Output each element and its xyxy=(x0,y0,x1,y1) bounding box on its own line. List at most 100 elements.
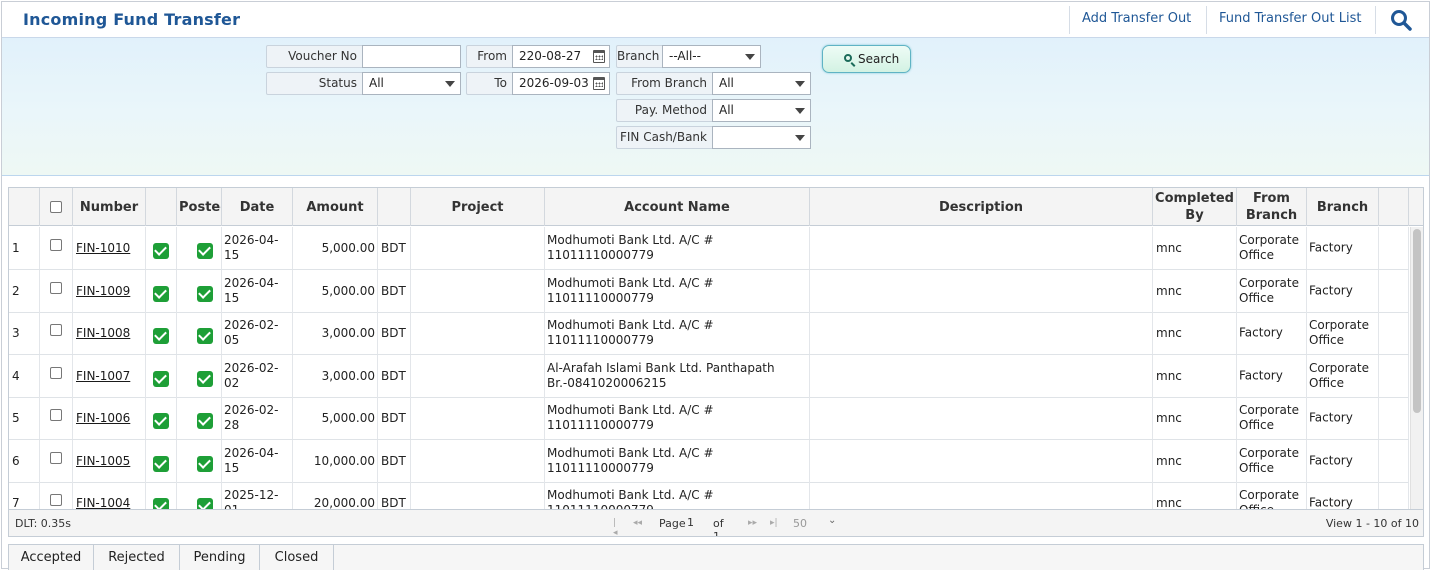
previous-page-icon[interactable]: ◂◂ xyxy=(633,518,642,528)
branch-text: Factory xyxy=(1309,283,1353,297)
branch-select[interactable]: --All-- xyxy=(662,45,761,68)
extra-cell xyxy=(1379,227,1409,269)
number-cell: FIN-1007 xyxy=(73,354,146,397)
pay-method-select-value: All xyxy=(719,103,734,117)
search-button[interactable]: Search xyxy=(822,45,911,73)
fin-cash-bank-label: FIN Cash/Bank xyxy=(616,126,713,149)
table-row[interactable]: 3 FIN-1008 2026-02- 05 3,000.00 BDT Modhumoti … xyxy=(9,312,1409,355)
table-row[interactable]: 5 FIN-1006 2026-02- 28 5,000.00 BDT Modhumoti … xyxy=(9,397,1409,440)
table-row[interactable]: 4 FIN-1007 2026-02- 02 3,000.00 BDT Al-Arafah … xyxy=(9,354,1409,398)
page-number-input[interactable]: 1 xyxy=(687,516,705,532)
date-cell: 2026-04- 15 xyxy=(222,439,293,482)
row-checkbox[interactable] xyxy=(50,366,62,379)
date-cell: 2026-04- 15 xyxy=(222,269,293,312)
scrollbar-thumb[interactable] xyxy=(1413,229,1421,413)
status-select[interactable]: All xyxy=(362,72,461,95)
approved-cell xyxy=(146,227,177,269)
number-column-header[interactable]: Number xyxy=(73,188,146,226)
from-branch-select[interactable]: All xyxy=(712,72,811,95)
table-row[interactable]: 6 FIN-1005 2026-04- 15 10,000.00 BDT Modhumoti… xyxy=(9,439,1409,483)
calendar-icon[interactable] xyxy=(593,77,605,90)
branch-column-header[interactable]: Branch xyxy=(1307,188,1379,226)
row-number-cell: 2 xyxy=(9,269,40,312)
extra-cell xyxy=(1379,397,1409,439)
row-checkbox[interactable] xyxy=(50,451,62,464)
currency-text: BDT xyxy=(381,326,406,340)
voucher-no-input[interactable] xyxy=(362,45,461,68)
posted-cell xyxy=(177,439,222,482)
project-cell xyxy=(411,397,545,439)
tab-rejected[interactable]: Rejected xyxy=(94,545,180,570)
row-number-cell: 7 xyxy=(9,482,40,509)
row-checkbox[interactable] xyxy=(50,281,62,294)
from-branch-text: Corporate Office xyxy=(1239,488,1299,509)
calendar-icon[interactable] xyxy=(593,50,605,63)
row-number-cell: 1 xyxy=(9,227,40,269)
from-date-input[interactable]: 220-08-27 xyxy=(512,45,610,68)
date-text: 2026-02- 02 xyxy=(224,360,279,390)
fin-cash-bank-select[interactable] xyxy=(712,126,811,149)
chevron-down-icon[interactable]: ⌄ xyxy=(828,515,836,526)
voucher-number-link[interactable]: FIN-1008 xyxy=(76,326,130,340)
posted-column-header[interactable]: Posted xyxy=(177,188,222,226)
amount-text: 5,000.00 xyxy=(321,241,375,255)
row-checkbox[interactable] xyxy=(50,494,62,506)
account-name-column-header[interactable]: Account Name xyxy=(545,188,810,226)
voucher-number-link[interactable]: FIN-1004 xyxy=(76,496,130,509)
branch-label: Branch xyxy=(616,45,663,68)
search-icon[interactable] xyxy=(1390,9,1412,31)
posted-cell xyxy=(177,354,222,397)
to-date-input[interactable]: 2026-09-03 xyxy=(512,72,610,95)
tab-accepted[interactable]: Accepted xyxy=(9,545,94,570)
date-cell: 2025-12-01 xyxy=(222,482,293,509)
load-time-label: DLT: 0.35s xyxy=(15,517,72,530)
select-all-checkbox[interactable] xyxy=(50,201,62,213)
to-date-value: 2026-09-03 xyxy=(519,76,589,90)
posted-cell xyxy=(177,482,222,509)
grid-footer: DLT: 0.35s |◂ ◂◂ Page 1 of 1 ▸▸ ▸| 50 ⌄ … xyxy=(9,509,1423,536)
voucher-number-link[interactable]: FIN-1010 xyxy=(76,241,130,255)
tab-closed[interactable]: Closed xyxy=(260,545,334,570)
table-row[interactable]: 1 FIN-1010 2026-04- 15 5,000.00 BDT Modhumoti … xyxy=(9,227,1409,270)
amount-cell: 10,000.00 xyxy=(293,439,378,482)
row-checkbox[interactable] xyxy=(50,409,62,421)
from-branch-column-header[interactable]: From Branch xyxy=(1237,188,1307,226)
table-row[interactable]: 2 FIN-1009 2026-04- 15 5,000.00 BDT Modhumoti … xyxy=(9,269,1409,313)
description-cell xyxy=(810,312,1153,354)
voucher-number-link[interactable]: FIN-1005 xyxy=(76,454,130,468)
completed-by-cell: mnc xyxy=(1153,439,1237,482)
fund-transfer-out-list-link[interactable]: Fund Transfer Out List xyxy=(1219,11,1361,26)
project-column-header[interactable]: Project xyxy=(411,188,545,226)
pay-method-select[interactable]: All xyxy=(712,99,811,122)
date-column-header[interactable]: Date xyxy=(222,188,293,226)
vertical-scrollbar[interactable] xyxy=(1410,227,1423,509)
account-name-cell: Al-Arafah Islami Bank Ltd. Panthapath Br… xyxy=(545,354,810,397)
select-all-header xyxy=(40,188,73,226)
row-checkbox[interactable] xyxy=(50,324,62,336)
currency-cell: BDT xyxy=(378,397,411,439)
header-divider xyxy=(1206,6,1207,34)
next-page-icon[interactable]: ▸▸ xyxy=(748,518,757,528)
status-column-header xyxy=(146,188,177,226)
completed-by-cell: mnc xyxy=(1153,482,1237,509)
voucher-number-link[interactable]: FIN-1009 xyxy=(76,284,130,298)
chevron-down-icon xyxy=(795,135,805,141)
voucher-number-link[interactable]: FIN-1006 xyxy=(76,411,130,425)
check-icon xyxy=(197,328,213,344)
approved-cell xyxy=(146,439,177,482)
amount-text: 10,000.00 xyxy=(313,453,375,468)
last-page-icon[interactable]: ▸| xyxy=(770,518,778,528)
add-transfer-out-link[interactable]: Add Transfer Out xyxy=(1082,11,1191,26)
completed-by-column-header[interactable]: Completed By xyxy=(1153,188,1237,226)
completed-by-cell: mnc xyxy=(1153,354,1237,397)
first-page-icon[interactable]: |◂ xyxy=(613,518,618,536)
amount-column-header[interactable]: Amount xyxy=(293,188,378,226)
tab-pending[interactable]: Pending xyxy=(180,545,260,570)
voucher-number-link[interactable]: FIN-1007 xyxy=(76,369,130,383)
description-column-header[interactable]: Description xyxy=(810,188,1153,226)
row-checkbox[interactable] xyxy=(50,239,62,251)
page-size-select[interactable]: 50 xyxy=(793,517,807,530)
currency-text: BDT xyxy=(381,283,406,298)
posted-cell xyxy=(177,397,222,439)
table-row[interactable]: 7 FIN-1004 2025-12-01 20,000.00 BDT Modhumoti… xyxy=(9,482,1409,509)
